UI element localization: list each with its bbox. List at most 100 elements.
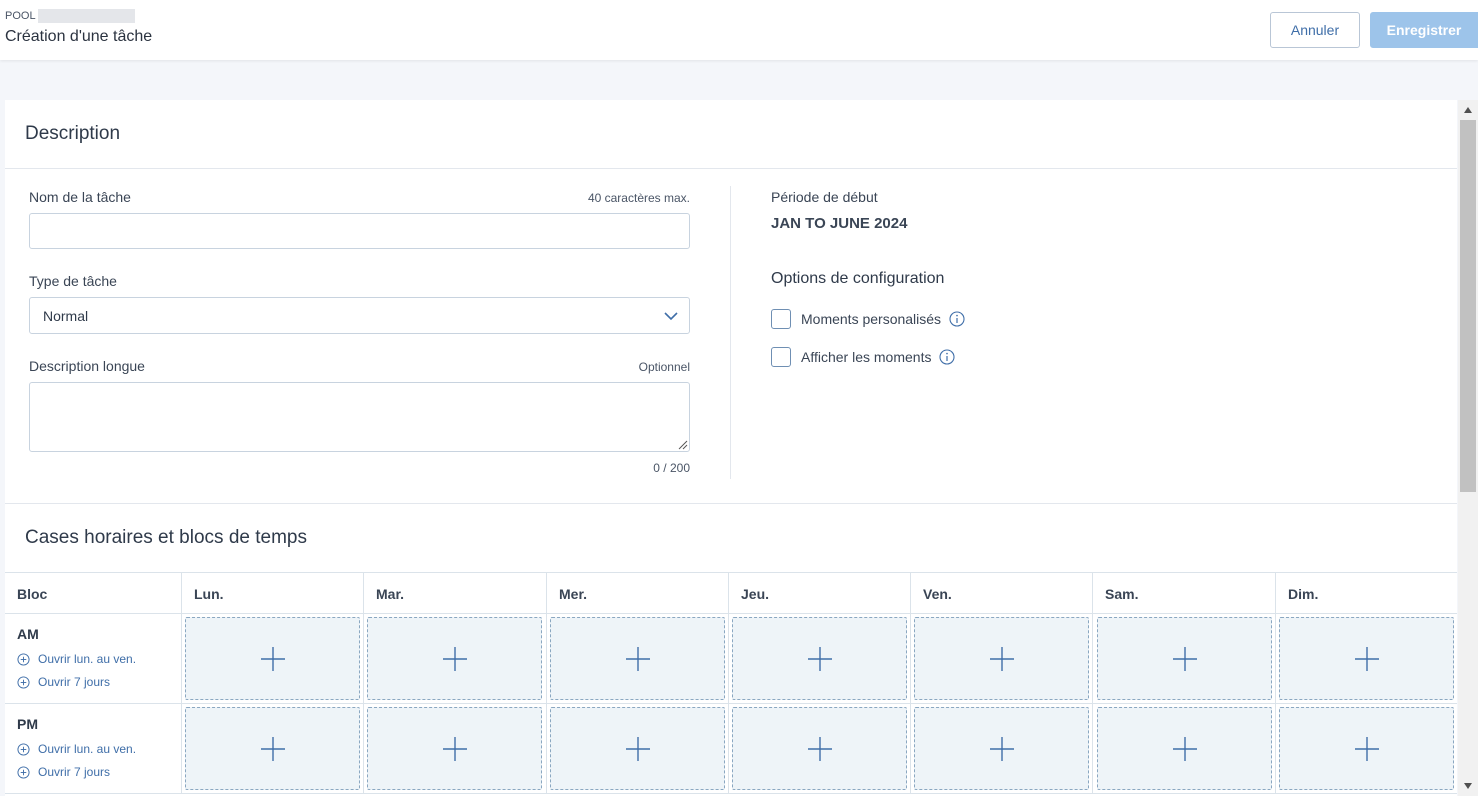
bloc-cell-pm: PM Ouvrir lun. au ven. Ouvrir 7 jours (5, 704, 182, 794)
plus-icon (989, 736, 1014, 761)
column-line (1275, 614, 1276, 704)
column-header-wed: Mer. (546, 573, 728, 615)
column-line (363, 704, 364, 794)
task-form-card: Description Nom de la tâche 40 caractère… (5, 100, 1457, 796)
cancel-button[interactable]: Annuler (1270, 12, 1360, 48)
show-moments-label: Afficher les moments (801, 349, 932, 365)
add-slot-am-fri[interactable] (914, 617, 1089, 700)
scrollbar-thumb[interactable] (1460, 120, 1476, 492)
add-slot-pm-thu[interactable] (732, 707, 907, 790)
circle-plus-icon (17, 742, 30, 756)
add-slot-pm-fri[interactable] (914, 707, 1089, 790)
column-line (1092, 614, 1093, 704)
column-header-sat: Sam. (1092, 573, 1275, 615)
column-line (910, 614, 911, 704)
pool-label: POOL (5, 10, 36, 22)
custom-moments-label: Moments personalisés (801, 311, 942, 327)
task-type-select[interactable]: Normal (29, 297, 690, 334)
plus-icon (442, 646, 467, 671)
add-slot-pm-mon[interactable] (185, 707, 360, 790)
scroll-up-arrow-icon[interactable] (1458, 102, 1478, 118)
add-slot-pm-sun[interactable] (1279, 707, 1454, 790)
period-value: JAN TO JUNE 2024 (771, 215, 908, 232)
add-slot-am-mon[interactable] (185, 617, 360, 700)
open-all-days-label: Ouvrir 7 jours (38, 765, 111, 779)
add-slot-pm-wed[interactable] (550, 707, 725, 790)
option-custom-moments: Moments personalisés (771, 309, 965, 329)
add-slot-pm-sat[interactable] (1097, 707, 1272, 790)
plus-icon (989, 646, 1014, 671)
column-line (728, 614, 729, 704)
circle-plus-icon (17, 765, 30, 779)
long-description-hint: Optionnel (638, 360, 690, 374)
save-button[interactable]: Enregistrer (1370, 12, 1478, 48)
plus-icon (260, 646, 285, 671)
character-counter: 0 / 200 (653, 461, 690, 475)
schedule-grid-header: Bloc Lun. Mar. Mer. Jeu. Ven. Sam. Dim. (5, 572, 1457, 615)
task-type-label: Type de tâche (29, 273, 117, 289)
plus-icon (1172, 646, 1197, 671)
column-header-tue: Mar. (363, 573, 546, 615)
pool-breadcrumb: POOL (5, 9, 135, 23)
vertical-scrollbar[interactable] (1458, 100, 1478, 796)
top-bar: POOL Création d'une tâche Annuler Enregi… (0, 0, 1478, 60)
column-header-fri: Ven. (910, 573, 1093, 615)
column-line (910, 704, 911, 794)
open-weekdays-label: Ouvrir lun. au ven. (38, 742, 137, 756)
bloc-name: AM (17, 626, 39, 642)
open-weekdays-label: Ouvrir lun. au ven. (38, 652, 137, 666)
column-line (1092, 704, 1093, 794)
plus-icon (625, 736, 650, 761)
resize-handle-icon[interactable] (676, 438, 688, 450)
column-header-sun: Dim. (1275, 573, 1457, 615)
column-line (546, 614, 547, 704)
pool-name-redacted (37, 9, 135, 23)
column-line (546, 704, 547, 794)
open-weekdays-link[interactable]: Ouvrir lun. au ven. (17, 652, 136, 666)
column-header-thu: Jeu. (728, 573, 910, 615)
open-all-days-label: Ouvrir 7 jours (38, 675, 111, 689)
scroll-down-arrow-icon[interactable] (1458, 778, 1478, 794)
column-header-mon: Lun. (181, 573, 364, 615)
custom-moments-checkbox[interactable] (771, 309, 791, 329)
column-divider (730, 186, 731, 479)
task-name-label: Nom de la tâche (29, 189, 131, 205)
column-line (363, 614, 364, 704)
column-line (728, 704, 729, 794)
bloc-cell-am: AM Ouvrir lun. au ven. Ouvrir 7 jours (5, 614, 182, 704)
plus-icon (1354, 736, 1379, 761)
plus-icon (260, 736, 285, 761)
open-all-days-link[interactable]: Ouvrir 7 jours (17, 675, 110, 689)
show-moments-checkbox[interactable] (771, 347, 791, 367)
period-label: Période de début (771, 189, 878, 205)
add-slot-am-sat[interactable] (1097, 617, 1272, 700)
open-all-days-link[interactable]: Ouvrir 7 jours (17, 765, 110, 779)
table-row: AM Ouvrir lun. au ven. Ouvrir 7 jours (5, 614, 1457, 704)
circle-plus-icon (17, 675, 30, 689)
add-slot-am-wed[interactable] (550, 617, 725, 700)
option-show-moments: Afficher les moments (771, 347, 956, 367)
section-divider (5, 503, 1457, 504)
add-slot-am-thu[interactable] (732, 617, 907, 700)
table-row: PM Ouvrir lun. au ven. Ouvrir 7 jours (5, 704, 1457, 794)
schedule-section-title: Cases horaires et blocs de temps (25, 527, 307, 548)
task-name-input[interactable] (29, 213, 690, 249)
task-type-selected: Normal (43, 307, 89, 324)
page-title: Création d'une tâche (5, 28, 153, 45)
add-slot-pm-tue[interactable] (367, 707, 542, 790)
plus-icon (807, 736, 832, 761)
add-slot-am-tue[interactable] (367, 617, 542, 700)
open-weekdays-link[interactable]: Ouvrir lun. au ven. (17, 742, 136, 756)
chevron-down-icon (664, 312, 678, 321)
section-divider (5, 168, 1457, 169)
column-line (1275, 704, 1276, 794)
info-icon[interactable] (939, 349, 956, 365)
plus-icon (625, 646, 650, 671)
info-icon[interactable] (949, 311, 965, 327)
bloc-name: PM (17, 716, 38, 732)
long-description-textarea[interactable] (29, 382, 690, 452)
plus-icon (807, 646, 832, 671)
task-name-hint: 40 caractères max. (587, 191, 690, 205)
add-slot-am-sun[interactable] (1279, 617, 1454, 700)
plus-icon (442, 736, 467, 761)
